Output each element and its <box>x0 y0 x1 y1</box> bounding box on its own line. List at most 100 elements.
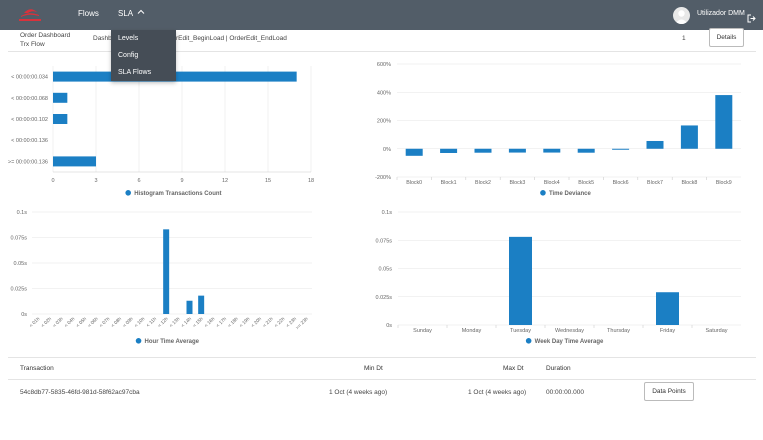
col-header-duration[interactable]: Duration <box>546 365 571 372</box>
menu-item-sla-flows[interactable]: SLA Flows <box>118 69 151 76</box>
legend-marker <box>525 338 532 344</box>
deviance-bar <box>646 140 664 149</box>
x-tick-label: Block5 <box>578 180 594 186</box>
data-points-button[interactable]: Data Points <box>644 382 694 401</box>
deviance-bar <box>612 148 630 150</box>
histogram-bar <box>53 156 96 167</box>
y-tick-label: 0% <box>383 147 391 153</box>
x-tick-label: < 18h <box>227 316 240 329</box>
histogram-bar <box>53 92 68 103</box>
x-tick-label: Wednesday <box>555 328 584 334</box>
y-tick-label: 0s <box>386 323 392 329</box>
x-tick-label: Thursday <box>607 328 630 334</box>
y-tick-label: 600% <box>377 62 391 68</box>
cell-duration: 00:00:00.000 <box>546 389 584 396</box>
deviance-bar <box>715 95 733 149</box>
deviance-bar <box>474 148 492 153</box>
deviance-bar <box>440 148 458 153</box>
menu-item-levels[interactable]: Levels <box>118 35 138 42</box>
x-tick-label: Block3 <box>509 180 525 186</box>
x-tick-label: Block6 <box>613 180 629 186</box>
x-tick-label: 3 <box>94 178 97 184</box>
deviance-bar <box>508 148 526 153</box>
x-tick-label: Block2 <box>475 180 491 186</box>
x-tick-label: 18 <box>308 178 314 184</box>
y-tick-label: < 00:00:00.068 <box>11 96 48 102</box>
time-deviance-chart: 600% 400% 200% 0% -200% Block0 Block1 Block2 Blo… <box>375 62 741 197</box>
x-tick-label: < 11h <box>145 316 158 329</box>
y-tick-label: 0.1s <box>17 210 28 216</box>
x-tick-label: < 02h <box>40 316 53 329</box>
legend-label: Histogram Transactions Count <box>134 191 221 197</box>
y-tick-label: 0.05s <box>379 267 393 273</box>
x-tick-label: >= 23h <box>295 316 310 331</box>
x-tick-label: Block0 <box>406 180 422 186</box>
col-header-max-dt[interactable]: Max Dt <box>503 365 524 372</box>
legend-marker <box>540 190 546 196</box>
x-tick-label: Tuesday <box>510 328 531 334</box>
x-tick-label: < 03h <box>52 316 65 329</box>
deviance-bar <box>577 148 595 153</box>
x-tick-label: Sunday <box>413 328 432 334</box>
y-tick-label: < 00:00:00.102 <box>11 117 48 123</box>
sla-dropdown-menu: Levels Config SLA Flows <box>111 30 176 81</box>
x-tick-label: 9 <box>180 178 183 184</box>
x-tick-label: < 10h <box>133 316 146 329</box>
y-tick-label: 0s <box>21 312 27 318</box>
hour-bar <box>163 229 170 314</box>
cell-transaction-id[interactable]: 54c8db77-5835-46fd-981d-58f62ac97cba <box>20 389 140 396</box>
x-tick-label: < 04h <box>63 316 76 329</box>
menu-item-config[interactable]: Config <box>118 52 138 59</box>
table-divider <box>8 379 756 380</box>
legend-marker <box>135 338 142 344</box>
histogram-chart: 0 3 6 9 12 15 18 < 00:00:00.034 < 00:00:00.068 < … <box>8 66 314 197</box>
y-tick-label: 0.025s <box>10 287 27 293</box>
y-tick-label: 0.075s <box>375 238 392 244</box>
y-tick-label: 0.05s <box>14 261 28 267</box>
weekday-bar <box>509 236 532 325</box>
x-tick-label: Block7 <box>647 180 663 186</box>
y-tick-label: 200% <box>377 119 391 125</box>
x-tick-label: < 19h <box>238 316 251 329</box>
hour-bar <box>198 295 205 314</box>
col-header-transaction[interactable]: Transaction <box>20 365 54 372</box>
x-tick-label: < 01h <box>28 316 41 329</box>
histogram-bar <box>53 114 68 124</box>
x-tick-label: < 15h <box>192 316 205 329</box>
x-tick-label: 6 <box>137 178 140 184</box>
x-tick-label: < 16h <box>203 316 216 329</box>
x-tick-label: < 13h <box>168 316 181 329</box>
y-tick-label: 0.025s <box>375 295 392 301</box>
y-tick-label: 0.1s <box>382 210 393 216</box>
x-tick-label: 0 <box>51 178 54 184</box>
legend-label: Week Day Time Average <box>535 339 604 345</box>
x-tick-label: Saturday <box>705 328 727 334</box>
legend-label: Hour Time Average <box>145 339 200 345</box>
y-tick-label: -200% <box>375 175 391 181</box>
x-tick-label: < 07h <box>98 316 111 329</box>
x-tick-label: 12 <box>222 178 228 184</box>
x-tick-label: < 12h <box>157 316 170 329</box>
hour-bar <box>186 300 193 314</box>
deviance-bar <box>680 125 698 149</box>
hour-time-average-chart: 0.1s0.075s0.05s0.025s0s< 01h < 02h < 03h < … <box>10 210 312 345</box>
x-tick-label: < 14h <box>180 316 193 329</box>
col-header-min-dt[interactable]: Min Dt <box>364 365 383 372</box>
x-tick-label: < 17h <box>215 316 228 329</box>
week-day-time-average-chart: 0.1s 0.075s 0.05s 0.025s 0s Sunday Monday Tuesd… <box>375 210 741 345</box>
x-tick-label: Block8 <box>681 180 697 186</box>
transactions-table: Transaction Min Dt Max Dt Duration 54c8d… <box>8 357 756 440</box>
x-tick-label: Block1 <box>441 180 457 186</box>
y-tick-label: 400% <box>377 90 391 96</box>
legend-label: Time Deviance <box>549 191 592 197</box>
x-tick-label: < 08h <box>110 316 123 329</box>
x-tick-label: Block4 <box>544 180 560 186</box>
x-tick-label: < 21h <box>262 316 275 329</box>
x-tick-label: < 09h <box>122 316 135 329</box>
x-tick-label: < 06h <box>87 316 100 329</box>
y-tick-label: < 00:00:00.136 <box>11 138 48 144</box>
x-tick-label: < 05h <box>75 316 88 329</box>
x-tick-label: < 20h <box>250 316 263 329</box>
legend-marker <box>125 190 131 196</box>
x-tick-label: Block9 <box>716 180 732 186</box>
